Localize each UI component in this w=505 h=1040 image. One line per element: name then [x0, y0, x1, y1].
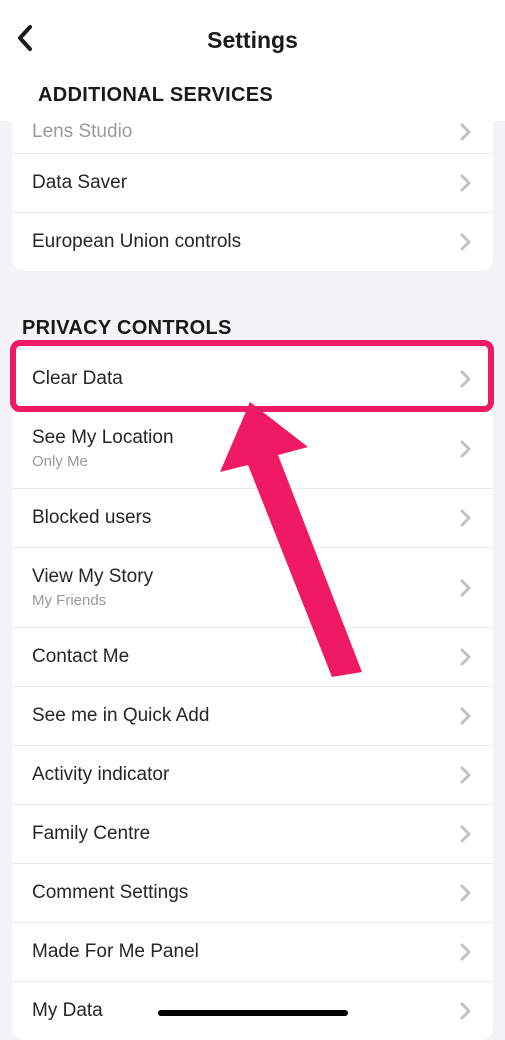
row-label: Comment Settings	[32, 882, 188, 904]
chevron-right-icon	[459, 883, 473, 903]
row-label: Clear Data	[32, 368, 123, 390]
row-label: Activity indicator	[32, 764, 169, 786]
row-label: Contact Me	[32, 646, 129, 668]
row-label: European Union controls	[32, 231, 241, 253]
row-label: My Data	[32, 1000, 103, 1022]
section-header-privacy: PRIVACY CONTROLS	[0, 271, 505, 350]
chevron-left-icon	[16, 24, 34, 52]
row-label: Made For Me Panel	[32, 941, 199, 963]
home-indicator	[158, 1010, 348, 1016]
row-label: Family Centre	[32, 823, 150, 845]
settings-row-quick-add[interactable]: See me in Quick Add	[12, 686, 493, 745]
row-sublabel: Only Me	[32, 453, 174, 470]
settings-row-made-for-me[interactable]: Made For Me Panel	[12, 922, 493, 981]
chevron-right-icon	[459, 578, 473, 598]
back-button[interactable]	[16, 24, 34, 57]
settings-row-eu-controls[interactable]: European Union controls	[12, 212, 493, 271]
row-label: Blocked users	[32, 507, 151, 529]
settings-row-view-my-story[interactable]: View My Story My Friends	[12, 547, 493, 627]
settings-row-activity-indicator[interactable]: Activity indicator	[12, 745, 493, 804]
row-label: See My Location	[32, 427, 174, 449]
chevron-right-icon	[459, 1001, 473, 1021]
row-label: See me in Quick Add	[32, 705, 209, 727]
row-label: View My Story	[32, 566, 153, 588]
settings-row-data-saver[interactable]: Data Saver	[12, 153, 493, 212]
settings-row-see-my-location[interactable]: See My Location Only Me	[12, 408, 493, 488]
settings-row-family-centre[interactable]: Family Centre	[12, 804, 493, 863]
page-title: Settings	[207, 27, 298, 54]
settings-row-contact-me[interactable]: Contact Me	[12, 627, 493, 686]
row-label: Lens Studio	[32, 121, 132, 143]
chevron-right-icon	[459, 439, 473, 459]
settings-row-clear-data[interactable]: Clear Data	[12, 350, 493, 408]
section-additional-services: Lens Studio Data Saver European Union co…	[12, 121, 493, 271]
row-label: Data Saver	[32, 172, 127, 194]
chevron-right-icon	[459, 706, 473, 726]
chevron-right-icon	[459, 824, 473, 844]
header-bar: Settings ADDITIONAL SERVICES	[0, 0, 505, 121]
chevron-right-icon	[459, 765, 473, 785]
settings-row-lens-studio[interactable]: Lens Studio	[12, 121, 493, 153]
chevron-right-icon	[459, 232, 473, 252]
chevron-right-icon	[459, 122, 473, 142]
chevron-right-icon	[459, 942, 473, 962]
row-sublabel: My Friends	[32, 592, 153, 609]
chevron-right-icon	[459, 369, 473, 389]
chevron-right-icon	[459, 647, 473, 667]
chevron-right-icon	[459, 173, 473, 193]
section-privacy-controls: Clear Data See My Location Only Me Block…	[12, 350, 493, 1040]
chevron-right-icon	[459, 508, 473, 528]
settings-row-blocked-users[interactable]: Blocked users	[12, 488, 493, 547]
section-header-additional: ADDITIONAL SERVICES	[16, 62, 489, 121]
settings-row-comment-settings[interactable]: Comment Settings	[12, 863, 493, 922]
